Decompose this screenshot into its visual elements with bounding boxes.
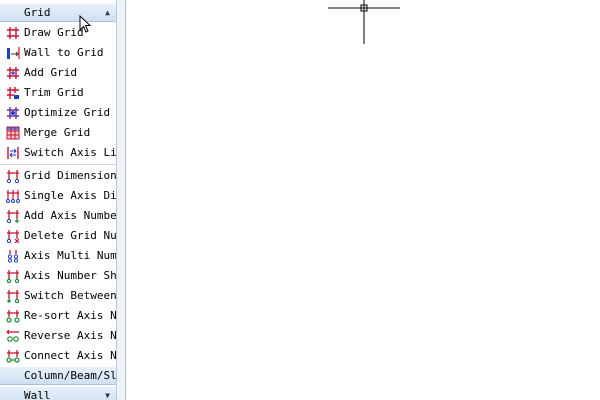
axis-number-show-icon (6, 270, 20, 283)
resort-axis-item[interactable]: Re-sort Axis Nu (0, 306, 116, 326)
connect-axis-item[interactable]: Connect Axis Nu (0, 346, 116, 366)
add-grid-icon (7, 67, 19, 79)
reverse-axis-icon (6, 329, 19, 342)
expand-arrow-icon[interactable]: ▼ (105, 387, 110, 400)
switch-axis-line-item[interactable]: Switch Axis Lin (0, 143, 116, 163)
wall-section-header[interactable]: Wall ▼ (0, 386, 116, 400)
trim-grid-icon (7, 87, 19, 99)
add-axis-number-item[interactable]: Add Axis Number (0, 206, 116, 226)
trim-grid-item[interactable]: Trim Grid (0, 83, 116, 103)
add-grid-item[interactable]: Add Grid (0, 63, 116, 83)
collapse-arrow-icon[interactable]: ▲ (105, 4, 110, 22)
drawing-canvas[interactable] (126, 0, 600, 400)
optimize-grid-item[interactable]: Optimize Grid (0, 103, 116, 123)
draw-grid-item[interactable]: Draw Grid (0, 23, 116, 43)
column-beam-slab-header[interactable]: Column/Beam/Sla (0, 366, 116, 385)
grid-section-title: Grid (24, 6, 51, 19)
optimize-grid-icon (7, 107, 19, 119)
delete-grid-num-item[interactable]: Delete Grid Num (0, 226, 116, 246)
reverse-axis-item[interactable]: Reverse Axis Nu (0, 326, 116, 346)
single-axis-dim-item[interactable]: Single Axis Dim (0, 186, 116, 206)
connect-axis-icon (6, 350, 20, 363)
grid-dimension-icon (6, 170, 20, 183)
merge-grid-icon (6, 126, 20, 140)
delete-grid-num-icon (6, 230, 20, 243)
wall-to-grid-icon (7, 47, 20, 59)
draw-grid-icon (7, 27, 19, 39)
add-axis-number-icon (6, 210, 19, 223)
mouse-pointer-icon (79, 15, 92, 33)
section-divider (0, 164, 116, 165)
grid-dimension-item[interactable]: Grid Dimension (0, 166, 116, 186)
switch-axis-icon (7, 147, 19, 159)
merge-grid-item[interactable]: Merge Grid (0, 123, 116, 143)
switch-between-item[interactable]: Switch Between 1 (0, 286, 116, 306)
resort-axis-icon (6, 310, 20, 323)
column-beam-slab-title: Column/Beam/Sla (24, 369, 117, 382)
switch-between-icon (7, 290, 20, 303)
single-axis-dim-icon (6, 190, 20, 203)
wall-to-grid-item[interactable]: Wall to Grid (0, 43, 116, 63)
axis-multi-number-icon (7, 250, 19, 263)
panel-scroll-strip[interactable] (117, 0, 126, 400)
grid-tool-panel: Grid ▲ Draw Grid Wall to Grid Add Grid T… (0, 0, 117, 400)
axis-number-show-item[interactable]: Axis Number Sho (0, 266, 116, 286)
grid-section-header[interactable]: Grid ▲ (0, 3, 116, 22)
wall-section-title: Wall (24, 389, 51, 400)
axis-multi-number-item[interactable]: Axis Multi Numb (0, 246, 116, 266)
crosshair-cursor-icon (328, 0, 400, 44)
